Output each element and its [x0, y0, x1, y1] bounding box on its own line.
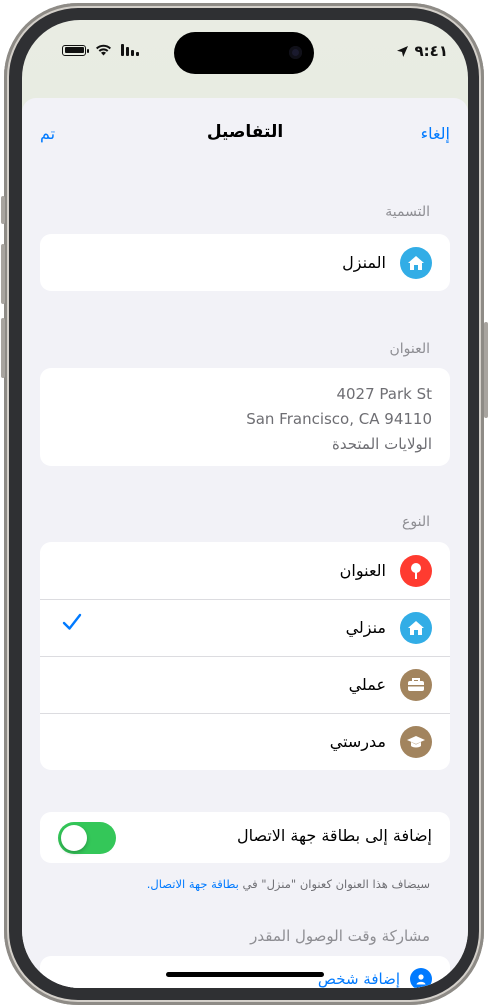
phone-screen: ٩:٤١ إلغاء التفاصيل تم التسمية المنزل ال…	[22, 20, 468, 988]
wifi-icon	[96, 44, 111, 56]
type-row-work[interactable]: عملي	[40, 656, 450, 713]
address-section-header: العنوان	[389, 341, 430, 357]
battery-icon	[62, 44, 89, 56]
action-button	[1, 196, 5, 224]
address-street: 4027 Park St	[336, 385, 432, 403]
label-section-header: التسمية	[385, 204, 430, 220]
label-value: المنزل	[342, 253, 386, 272]
address-city: San Francisco, CA 94110	[246, 410, 432, 428]
house-icon	[400, 246, 432, 279]
label-card: المنزل	[40, 234, 450, 291]
page-title: التفاصيل	[206, 122, 284, 142]
type-label: عملي	[348, 675, 386, 694]
type-row-address[interactable]: العنوان	[40, 542, 450, 599]
checkmark-icon	[62, 613, 82, 630]
person-icon	[410, 968, 432, 988]
type-section-header: النوع	[402, 514, 430, 530]
type-row-home[interactable]: منزلي	[40, 599, 450, 656]
details-sheet: إلغاء التفاصيل تم التسمية المنزل العنوان…	[22, 98, 468, 988]
status-bar: ٩:٤١	[22, 20, 468, 84]
contact-footnote: سيضاف هذا العنوان كعنوان "منزل" في بطاقة…	[147, 877, 430, 891]
cellular-signal-icon	[121, 44, 139, 56]
contact-toggle-card: إضافة إلى بطاقة جهة الاتصال	[40, 812, 450, 863]
type-row-school[interactable]: مدرستي	[40, 713, 450, 770]
footnote-text: سيضاف هذا العنوان كعنوان "منزل" في	[242, 877, 430, 891]
add-person-button[interactable]: إضافة شخص	[318, 970, 400, 988]
label-row[interactable]: المنزل	[40, 234, 450, 291]
type-label: مدرستي	[329, 732, 386, 751]
location-arrow-icon	[396, 45, 408, 57]
type-label: العنوان	[339, 561, 386, 580]
house-icon	[400, 611, 432, 644]
navigation-bar: إلغاء التفاصيل تم	[22, 122, 468, 146]
dynamic-island	[174, 32, 314, 74]
time-text: ٩:٤١	[414, 42, 448, 60]
graduation-cap-icon	[400, 725, 432, 758]
home-indicator	[166, 972, 324, 977]
volume-down-button	[1, 318, 5, 378]
type-label: منزلي	[345, 618, 386, 637]
status-icons	[62, 44, 139, 56]
briefcase-icon	[400, 668, 432, 701]
contact-toggle-label: إضافة إلى بطاقة جهة الاتصال	[236, 826, 432, 845]
toggle-knob	[61, 825, 87, 851]
address-card[interactable]: 4027 Park St San Francisco, CA 94110 الو…	[40, 368, 450, 466]
add-person-row[interactable]: إضافة شخص	[318, 968, 432, 988]
front-camera	[289, 46, 302, 59]
volume-up-button	[1, 244, 5, 304]
address-text: 4027 Park St San Francisco, CA 94110 الو…	[40, 368, 450, 457]
eta-section-header: مشاركة وقت الوصول المقدر	[250, 927, 430, 945]
address-country: الولايات المتحدة	[331, 435, 432, 453]
contact-card-link[interactable]: بطاقة جهة الاتصال.	[147, 877, 239, 891]
type-card: العنوان منزلي عملي مدرستي	[40, 542, 450, 770]
status-time: ٩:٤١	[396, 42, 448, 60]
side-button	[484, 322, 488, 418]
pin-icon	[400, 554, 432, 587]
contact-toggle-switch[interactable]	[58, 822, 116, 854]
done-button[interactable]: تم	[40, 124, 55, 143]
